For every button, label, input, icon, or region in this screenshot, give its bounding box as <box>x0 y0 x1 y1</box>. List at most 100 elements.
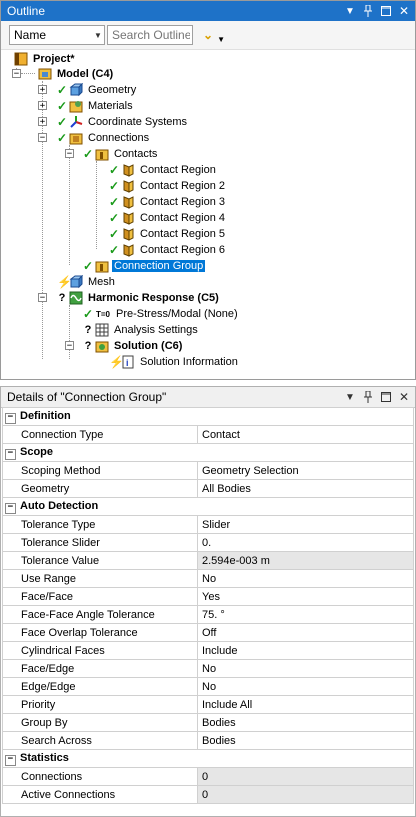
section-definition[interactable]: − Definition <box>2 407 414 426</box>
check-icon: ✓ <box>109 179 120 193</box>
tree-node-contact-region[interactable]: ✓ Contact Region 3 <box>109 194 227 210</box>
tree-node-project[interactable]: Project* <box>13 51 77 67</box>
expand-geometry-icon[interactable]: + <box>38 85 47 95</box>
tree-node-harmonic-response[interactable]: ? Harmonic Response (C5) <box>57 290 221 306</box>
search-options-icon[interactable]: ⌄ <box>203 28 213 42</box>
details-row[interactable]: Geometry All Bodies <box>2 479 414 498</box>
details-row[interactable]: Connections 0 <box>2 767 414 786</box>
row-label: Group By <box>2 713 198 732</box>
section-statistics[interactable]: − Statistics <box>2 749 414 768</box>
details-row[interactable]: Edge/Edge No <box>2 677 414 696</box>
row-value[interactable]: Geometry Selection <box>197 461 414 480</box>
filter-value: Name <box>14 28 47 42</box>
row-value: 0 <box>197 785 414 804</box>
collapse-contacts-icon[interactable]: − <box>65 149 74 159</box>
pin-icon[interactable] <box>361 4 375 18</box>
collapse-connections-icon[interactable]: − <box>38 133 47 143</box>
details-row[interactable]: Group By Bodies <box>2 713 414 732</box>
maximize-icon[interactable] <box>379 390 393 404</box>
row-value[interactable]: Include <box>197 641 414 660</box>
details-row[interactable]: Tolerance Value 2.594e-003 m <box>2 551 414 570</box>
details-row[interactable]: Face-Face Angle Tolerance 75. ° <box>2 605 414 624</box>
collapse-solution-icon[interactable]: − <box>65 341 74 351</box>
details-row[interactable]: Cylindrical Faces Include <box>2 641 414 660</box>
tree-node-contact-region[interactable]: ✓ Contact Region 2 <box>109 178 227 194</box>
row-value[interactable]: 0. <box>197 533 414 552</box>
search-box[interactable] <box>107 25 193 45</box>
row-value[interactable]: Include All <box>197 695 414 714</box>
section-label: Definition <box>20 409 71 422</box>
collapse-harmonic-icon[interactable]: − <box>38 293 47 303</box>
tree-node-contact-region[interactable]: ✓ Contact Region 4 <box>109 210 227 226</box>
maximize-icon[interactable] <box>379 4 393 18</box>
tree-node-contact-region[interactable]: ✓ Contact Region <box>109 162 218 178</box>
tree-node-pre-stress[interactable]: ✓ T=0 Pre-Stress/Modal (None) <box>83 306 240 322</box>
check-icon: ✓ <box>57 83 68 97</box>
dropdown-icon[interactable]: ▼ <box>343 390 357 404</box>
row-label: Tolerance Type <box>2 515 198 534</box>
row-value[interactable]: No <box>197 659 414 678</box>
tree-label-contact-region: Contact Region 2 <box>140 180 225 192</box>
details-row[interactable]: Scoping Method Geometry Selection <box>2 461 414 480</box>
row-value[interactable]: Off <box>197 623 414 642</box>
tree-node-geometry[interactable]: ✓ Geometry <box>57 82 138 98</box>
details-row[interactable]: Face/Face Yes <box>2 587 414 606</box>
tree-node-connection-group[interactable]: ✓ Connection Group <box>83 258 206 274</box>
coordinate-systems-icon <box>68 114 84 130</box>
search-input[interactable] <box>108 27 192 43</box>
section-scope[interactable]: − Scope <box>2 443 414 462</box>
collapse-icon[interactable]: − <box>5 412 16 424</box>
details-row[interactable]: Use Range No <box>2 569 414 588</box>
collapse-icon[interactable]: − <box>5 448 16 460</box>
row-value[interactable]: All Bodies <box>197 479 414 498</box>
tree-node-materials[interactable]: ✓ Materials <box>57 98 135 114</box>
dropdown-icon[interactable]: ▼ <box>343 4 357 18</box>
section-label: Scope <box>20 445 54 458</box>
check-icon: ✓ <box>109 227 120 241</box>
details-row[interactable]: Search Across Bodies <box>2 731 414 750</box>
tree-node-analysis-settings[interactable]: ? Analysis Settings <box>83 322 200 338</box>
details-row[interactable]: Face/Edge No <box>2 659 414 678</box>
row-label: Priority <box>2 695 198 714</box>
close-icon[interactable]: ✕ <box>397 4 411 18</box>
row-label: Search Across <box>2 731 198 750</box>
close-icon[interactable]: ✕ <box>397 390 411 404</box>
row-value[interactable]: Yes <box>197 587 414 606</box>
row-value[interactable]: Bodies <box>197 713 414 732</box>
contact-region-icon <box>120 162 136 178</box>
mesh-icon <box>68 274 84 290</box>
search-dropdown-icon[interactable]: ▼ <box>217 35 225 44</box>
contact-region-icon <box>120 242 136 258</box>
filter-dropdown[interactable]: Name ▼ <box>9 25 105 45</box>
tree-node-model[interactable]: Model (C4) <box>37 66 115 82</box>
tree-node-solution[interactable]: ? Solution (C6) <box>83 338 184 354</box>
row-value[interactable]: Contact <box>197 425 414 444</box>
details-row[interactable]: Connection Type Contact <box>2 425 414 444</box>
row-value[interactable]: No <box>197 569 414 588</box>
collapse-model-icon[interactable]: − <box>12 69 21 79</box>
details-row[interactable]: Tolerance Slider 0. <box>2 533 414 552</box>
tree-node-contact-region[interactable]: ✓ Contact Region 6 <box>109 242 227 258</box>
collapse-icon[interactable]: − <box>5 502 16 514</box>
tree-node-mesh[interactable]: ⚡ Mesh <box>57 274 117 290</box>
tree-node-contact-region[interactable]: ✓ Contact Region 5 <box>109 226 227 242</box>
tree-node-connections[interactable]: ✓ Connections <box>57 130 151 146</box>
details-row[interactable]: Tolerance Type Slider <box>2 515 414 534</box>
section-auto-detection[interactable]: − Auto Detection <box>2 497 414 516</box>
pin-icon[interactable] <box>361 390 375 404</box>
tree-node-coordinate-systems[interactable]: ✓ Coordinate Systems <box>57 114 189 130</box>
row-value[interactable]: 75. ° <box>197 605 414 624</box>
tree-node-solution-information[interactable]: ⚡ i Solution Information <box>109 354 240 370</box>
details-row[interactable]: Face Overlap Tolerance Off <box>2 623 414 642</box>
row-value[interactable]: Slider <box>197 515 414 534</box>
row-value[interactable]: Bodies <box>197 731 414 750</box>
expand-materials-icon[interactable]: + <box>38 101 47 111</box>
collapse-icon[interactable]: − <box>5 754 16 766</box>
row-value[interactable]: No <box>197 677 414 696</box>
details-row[interactable]: Priority Include All <box>2 695 414 714</box>
question-icon: ? <box>84 324 92 336</box>
details-row[interactable]: Active Connections 0 <box>2 785 414 804</box>
expand-coordinate-systems-icon[interactable]: + <box>38 117 47 127</box>
tree-label-pre-stress: Pre-Stress/Modal (None) <box>116 308 238 320</box>
tree-node-contacts[interactable]: ✓ Contacts <box>83 146 159 162</box>
